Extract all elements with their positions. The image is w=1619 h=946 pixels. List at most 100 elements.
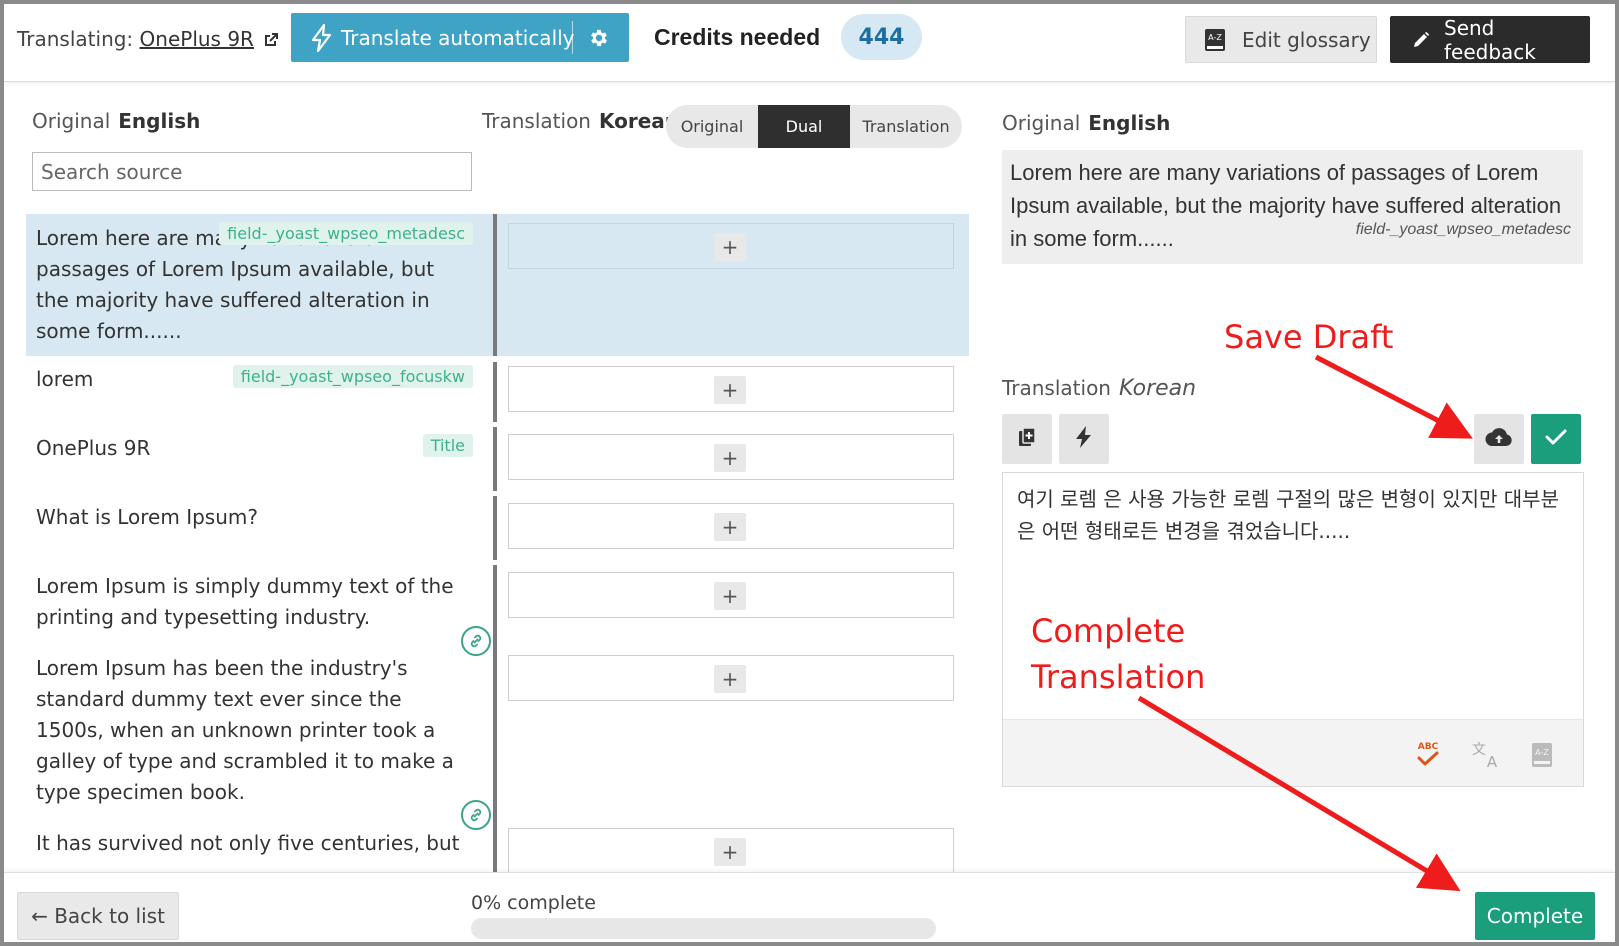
segment-row[interactable]: lorem + xyxy=(26,356,969,425)
glossary-book-icon: A-Z xyxy=(1204,28,1226,52)
checkmark-icon xyxy=(1545,428,1567,450)
translate-automatically-button[interactable]: Translate automatically xyxy=(291,13,629,62)
glossary-book-icon[interactable]: A-Z xyxy=(1525,738,1559,772)
send-feedback-button[interactable]: Send feedback xyxy=(1390,15,1590,64)
segment-translation-cell[interactable]: + xyxy=(508,655,954,701)
segment-divider xyxy=(493,645,497,818)
segment-row[interactable]: Lorem Ipsum is simply dummy text of the … xyxy=(26,563,969,645)
progress-bar xyxy=(471,918,936,939)
segment-divider xyxy=(493,427,497,491)
lightning-icon xyxy=(1075,425,1093,453)
editor-toolbar: ABC 文A A-Z xyxy=(1003,719,1583,786)
view-original-tab[interactable]: Original xyxy=(666,105,758,148)
segment-row[interactable]: It has survived not only five centuries,… xyxy=(26,818,969,874)
link-segments-icon[interactable] xyxy=(461,626,491,656)
segment-row[interactable]: Lorem Ipsum has been the industry's stan… xyxy=(26,645,969,818)
editor-target-heading: Translation Korean xyxy=(1002,376,1196,401)
segment-translation-cell[interactable]: + xyxy=(508,223,954,269)
complete-segment-button[interactable] xyxy=(1531,414,1581,464)
svg-text:ABC: ABC xyxy=(1418,742,1439,752)
segment-divider xyxy=(493,496,497,560)
credits-badge: 444 xyxy=(841,14,922,60)
external-link-icon[interactable] xyxy=(263,29,279,53)
complete-translation-annotation: Complete Translation xyxy=(1031,608,1205,700)
progress-label: 0% complete xyxy=(471,892,596,914)
add-translation-plus-icon[interactable]: + xyxy=(714,233,746,261)
page-link[interactable]: OnePlus 9R xyxy=(140,27,254,51)
save-draft-arrow xyxy=(1314,354,1473,439)
segment-source-text: What is Lorem Ipsum? xyxy=(36,505,258,529)
segment-field-tag: field-_yoast_wpseo_focuskw xyxy=(232,365,473,388)
copy-icon xyxy=(1016,426,1038,452)
back-to-list-button[interactable]: ← Back to list xyxy=(17,892,179,940)
pencil-icon xyxy=(1412,31,1430,49)
auto-translate-segment-button[interactable] xyxy=(1059,414,1109,464)
link-segments-icon[interactable] xyxy=(461,800,491,830)
translating-info: Translating: OnePlus 9R xyxy=(17,27,279,53)
app-window: Translating: OnePlus 9R Translate automa… xyxy=(0,0,1619,946)
top-bar: Translating: OnePlus 9R Translate automa… xyxy=(4,4,1615,82)
add-translation-plus-icon[interactable]: + xyxy=(714,665,746,693)
editor-source-box: Lorem here are many variations of passag… xyxy=(1002,150,1583,264)
segment-divider xyxy=(493,565,497,645)
edit-glossary-button[interactable]: A-Z Edit glossary xyxy=(1185,16,1377,63)
svg-text:文: 文 xyxy=(1472,742,1486,758)
segment-translation-cell[interactable]: + xyxy=(508,572,954,618)
segment-source-text: It has survived not only five centuries,… xyxy=(36,831,460,855)
spellcheck-icon[interactable]: ABC xyxy=(1411,738,1445,772)
send-feedback-label: Send feedback xyxy=(1444,15,1536,64)
segment-field-tag: field-_yoast_wpseo_metadesc xyxy=(219,222,473,245)
complete-translation-annotation-line: Translation xyxy=(1031,658,1206,696)
add-translation-plus-icon[interactable]: + xyxy=(714,838,746,866)
segment-source-text: OnePlus 9R xyxy=(36,436,151,460)
view-translation-tab[interactable]: Translation xyxy=(850,105,962,148)
editor-source-label: Original xyxy=(1002,111,1081,135)
segment-row[interactable]: OnePlus 9R + xyxy=(26,425,969,494)
svg-text:A-Z: A-Z xyxy=(1535,748,1549,757)
target-language-heading: Translation Korean xyxy=(482,109,679,133)
svg-text:A-Z: A-Z xyxy=(1208,33,1222,42)
segment-divider xyxy=(493,214,497,356)
gear-icon[interactable] xyxy=(588,27,610,54)
source-label: Original xyxy=(32,109,111,133)
add-translation-plus-icon[interactable]: + xyxy=(714,513,746,541)
svg-text:A: A xyxy=(1487,753,1498,770)
editor-source-field: field-_yoast_wpseo_metadesc xyxy=(1355,221,1571,238)
editor-target-label: Translation xyxy=(1002,376,1111,400)
editor-target-language: Korean xyxy=(1118,376,1197,401)
translate-language-icon[interactable]: 文A xyxy=(1469,738,1503,772)
editor-source-language: English xyxy=(1088,111,1171,135)
translating-label: Translating: xyxy=(17,27,134,51)
add-translation-plus-icon[interactable]: + xyxy=(714,444,746,472)
segment-row[interactable]: What is Lorem Ipsum? + xyxy=(26,494,969,563)
add-translation-plus-icon[interactable]: + xyxy=(714,582,746,610)
target-label: Translation xyxy=(482,109,591,133)
segment-divider xyxy=(493,362,497,422)
segment-translation-cell[interactable]: + xyxy=(508,434,954,480)
edit-glossary-label: Edit glossary xyxy=(1242,27,1371,52)
source-language-heading: Original English xyxy=(32,109,200,133)
complete-translation-annotation-line: Complete xyxy=(1031,612,1186,650)
lightning-icon xyxy=(311,23,333,52)
segment-row[interactable]: Lorem here are many variations of passag… xyxy=(26,214,969,356)
cloud-upload-icon xyxy=(1485,426,1513,452)
complete-button[interactable]: Complete xyxy=(1475,892,1595,940)
button-separator xyxy=(572,21,573,54)
credits-needed-label: Credits needed xyxy=(654,24,821,50)
copy-source-button[interactable] xyxy=(1002,414,1052,464)
view-dual-tab[interactable]: Dual xyxy=(758,105,850,148)
save-draft-button[interactable] xyxy=(1474,414,1524,464)
save-draft-annotation: Save Draft xyxy=(1224,318,1394,356)
view-mode-switch: Original Dual Translation xyxy=(666,105,962,148)
bottom-bar: ← Back to list 0% complete Complete xyxy=(4,872,1615,942)
search-source-input[interactable] xyxy=(32,152,472,191)
segment-translation-cell[interactable]: + xyxy=(508,366,954,412)
translation-textarea[interactable]: 여기 로렘 은 사용 가능한 로렘 구절의 많은 변형이 있지만 대부분은 어떤… xyxy=(1017,483,1567,547)
translate-automatically-label: Translate automatically xyxy=(341,25,575,50)
source-language: English xyxy=(118,109,201,133)
add-translation-plus-icon[interactable]: + xyxy=(714,376,746,404)
segment-list: Lorem here are many variations of passag… xyxy=(4,214,969,874)
segment-translation-cell[interactable]: + xyxy=(508,828,954,874)
segment-divider xyxy=(493,818,497,874)
segment-translation-cell[interactable]: + xyxy=(508,503,954,549)
